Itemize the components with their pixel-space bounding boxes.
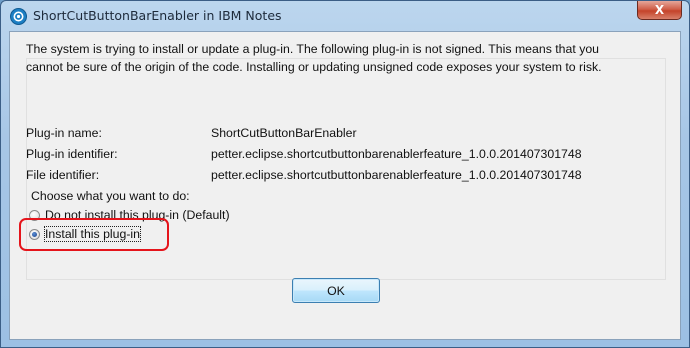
ok-button[interactable]: OK	[292, 278, 380, 303]
window-title: ShortCutButtonBarEnabler in IBM Notes	[33, 8, 282, 23]
dialog-window: ShortCutButtonBarEnabler in IBM Notes X …	[0, 0, 690, 348]
file-identifier-label: File identifier:	[26, 168, 100, 182]
plugin-name-label: Plug-in name:	[26, 126, 102, 140]
title-bar[interactable]: ShortCutButtonBarEnabler in IBM Notes X	[1, 1, 689, 31]
warning-message-line-2: cannot be sure of the origin of the code…	[26, 60, 602, 74]
plugin-identifier-value: petter.eclipse.shortcutbuttonbarenablerf…	[211, 147, 582, 161]
close-button[interactable]: X	[637, 1, 682, 20]
plugin-identifier-label: Plug-in identifier:	[26, 147, 118, 161]
ibm-notes-app-icon	[10, 8, 27, 25]
close-icon: X	[654, 3, 665, 17]
choose-action-label: Choose what you want to do:	[31, 189, 190, 203]
file-identifier-value: petter.eclipse.shortcutbuttonbarenablerf…	[211, 168, 582, 182]
plugin-name-value: ShortCutButtonBarEnabler	[211, 126, 357, 140]
warning-message: The system is trying to install or updat…	[26, 40, 646, 76]
warning-message-line-1: The system is trying to install or updat…	[26, 42, 600, 56]
highlight-annotation-box	[19, 218, 169, 251]
